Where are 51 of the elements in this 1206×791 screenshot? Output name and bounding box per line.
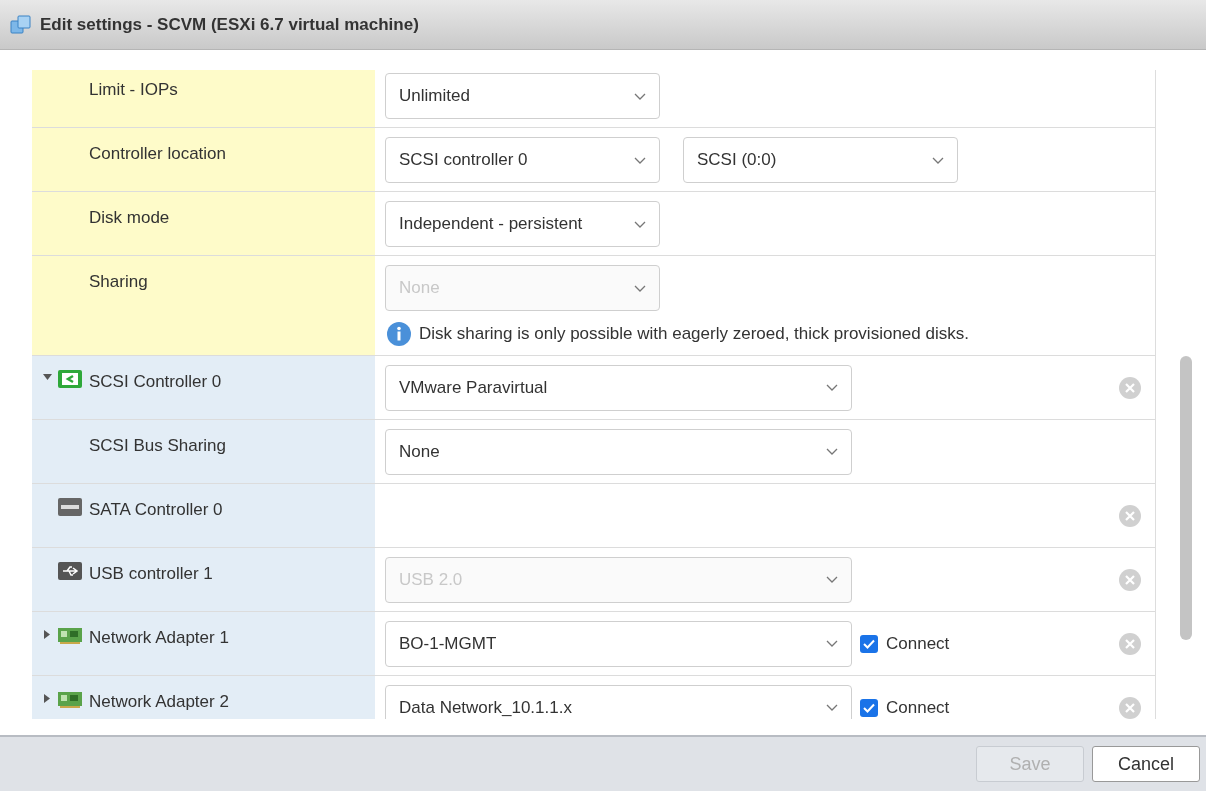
field-label: USB controller 1: [89, 562, 213, 585]
remove-icon[interactable]: [1119, 504, 1141, 527]
field-label: SATA Controller 0: [89, 498, 223, 521]
dropdown[interactable]: None: [385, 428, 852, 475]
chevron-down-icon: [826, 576, 838, 583]
dropdown[interactable]: SCSI controller 0: [385, 137, 660, 183]
window-title: Edit settings - SCVM (ESXi 6.7 virtual machine): [40, 13, 419, 36]
scrollbar[interactable]: [1180, 356, 1192, 640]
field-label: Network Adapter 2: [89, 690, 229, 713]
remove-icon[interactable]: [1119, 696, 1141, 719]
dropdown[interactable]: SCSI (0:0): [683, 137, 958, 183]
expand-caret-icon[interactable]: [44, 629, 50, 639]
field-label: Sharing: [89, 271, 148, 293]
chevron-down-icon: [634, 156, 646, 164]
usb-icon: [58, 561, 82, 580]
network-card-icon: [58, 625, 82, 644]
network-card-icon: [58, 689, 82, 708]
field-label: Network Adapter 1: [89, 626, 229, 649]
remove-icon[interactable]: [1119, 568, 1141, 591]
dropdown[interactable]: Unlimited: [385, 73, 660, 119]
chevron-down-icon: [634, 220, 646, 228]
checkbox-label: Connect: [886, 696, 950, 719]
collapse-caret-icon[interactable]: [42, 373, 52, 380]
chevron-down-icon: [932, 156, 944, 164]
scsi-controller-icon: [58, 369, 82, 388]
dropdown[interactable]: VMware Paravirtual: [385, 364, 852, 411]
remove-icon[interactable]: [1119, 632, 1141, 655]
remove-icon[interactable]: [1119, 376, 1141, 399]
field-label: Limit - IOPs: [89, 79, 178, 101]
chevron-down-icon: [826, 640, 838, 647]
chevron-down-icon: [634, 284, 646, 292]
chevron-down-icon: [634, 92, 646, 100]
field-label: Controller location: [89, 143, 226, 165]
info-icon: [387, 321, 411, 346]
chevron-down-icon: [826, 384, 838, 391]
checkbox[interactable]: [860, 634, 878, 653]
dialog-button[interactable]: Cancel: [1092, 746, 1200, 782]
field-label: SCSI Controller 0: [89, 370, 222, 393]
chevron-down-icon: [826, 704, 838, 711]
field-label: Disk mode: [89, 207, 170, 229]
chevron-down-icon: [826, 448, 838, 455]
field-label: SCSI Bus Sharing: [89, 434, 226, 457]
expand-caret-icon[interactable]: [44, 693, 50, 703]
checkbox[interactable]: [860, 698, 878, 717]
dropdown[interactable]: Data Network_10.1.1.x: [385, 684, 852, 719]
window-icon: [10, 14, 32, 35]
checkbox-label: Connect: [886, 632, 950, 655]
dropdown[interactable]: BO-1-MGMT: [385, 620, 852, 667]
sata-icon: [58, 497, 82, 516]
dropdown[interactable]: Independent - persistent: [385, 201, 660, 247]
info-message: Disk sharing is only possible with eagerly zeroed, thick provisioned disks.: [419, 323, 969, 345]
